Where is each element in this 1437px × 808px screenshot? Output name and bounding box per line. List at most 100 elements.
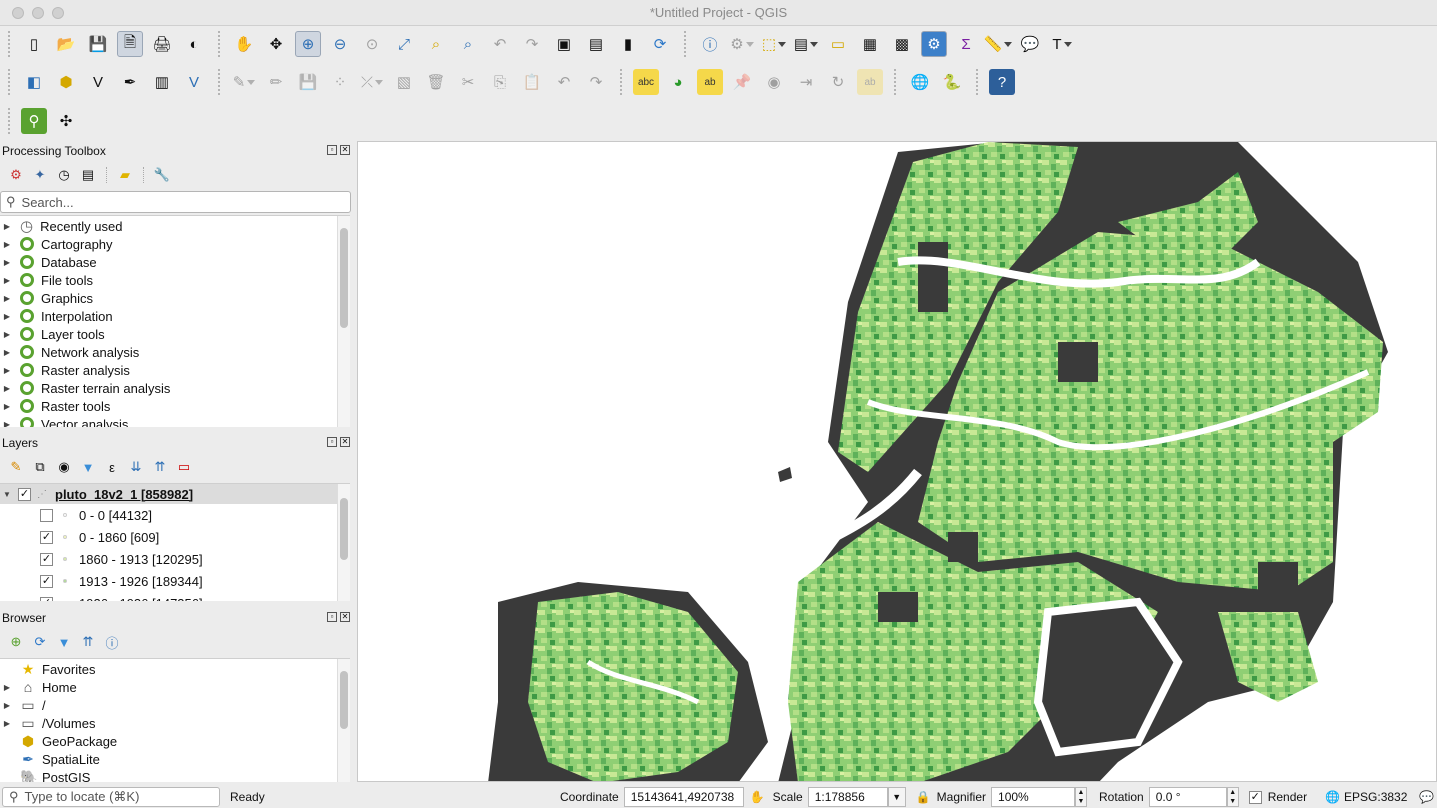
expand-arrow-icon[interactable]: ▶: [0, 384, 14, 393]
collapse-all-icon[interactable]: ⇈: [150, 457, 170, 477]
expand-arrow-icon[interactable]: ▶: [0, 348, 14, 357]
identify-icon[interactable]: ⓘ: [697, 31, 723, 57]
style-manager-icon[interactable]: ◐: [181, 31, 207, 57]
attribute-table-icon[interactable]: ▦: [857, 31, 883, 57]
save-project-icon[interactable]: 💾: [85, 31, 111, 57]
float-panel-icon[interactable]: ▫: [327, 612, 337, 622]
actions-icon[interactable]: ⚙: [729, 31, 755, 57]
rotation-field[interactable]: 0.0 °: [1148, 787, 1227, 807]
toggle-extents-icon[interactable]: ✋: [750, 790, 765, 804]
processing-scrollbar[interactable]: [337, 216, 350, 427]
legend-class-item[interactable]: ✓ 1926 - 1936 [147356]: [0, 592, 350, 601]
layer-checkbox[interactable]: ✓: [18, 487, 31, 501]
save-as-icon[interactable]: 🗎: [117, 31, 143, 57]
legend-class-item[interactable]: ✓ 1860 - 1913 [120295]: [0, 548, 350, 570]
pin-label-icon[interactable]: 📌: [729, 69, 755, 95]
label-icon[interactable]: abc: [633, 69, 659, 95]
select-features-icon[interactable]: ⬚: [761, 31, 787, 57]
python-console-icon[interactable]: 🐍: [939, 69, 965, 95]
deselect-icon[interactable]: ▭: [825, 31, 851, 57]
filter-icon[interactable]: ▼: [54, 632, 74, 652]
zoom-next-icon[interactable]: ↷: [519, 31, 545, 57]
expand-arrow-icon[interactable]: ▶: [0, 240, 14, 249]
show-bookmarks-icon[interactable]: ▤: [583, 31, 609, 57]
scripts-icon[interactable]: ✦: [30, 165, 50, 185]
layers-scrollbar[interactable]: [337, 484, 350, 601]
magnifier-field[interactable]: 100%: [991, 787, 1076, 807]
processing-group-item[interactable]: ▶ Network analysis: [0, 343, 350, 361]
expand-arrow-icon[interactable]: ▶: [0, 719, 14, 728]
browser-item[interactable]: ▶ ⌂ Home: [0, 678, 350, 696]
show-hide-label-icon[interactable]: ◉: [761, 69, 787, 95]
render-checkbox[interactable]: ✓: [1248, 790, 1262, 804]
measure-icon[interactable]: 📏: [984, 31, 1011, 57]
zoom-out-icon[interactable]: ⊖: [327, 31, 353, 57]
redo-icon[interactable]: ↷: [583, 69, 609, 95]
expand-arrow-icon[interactable]: ▶: [0, 222, 14, 231]
zoom-to-selection-icon[interactable]: ⌕: [423, 31, 449, 57]
expand-arrow-icon[interactable]: ▶: [0, 294, 14, 303]
zoom-window-button[interactable]: [52, 7, 64, 19]
statistics-icon[interactable]: Σ: [953, 31, 979, 57]
manage-visibility-icon[interactable]: ◉: [54, 457, 74, 477]
diagram-icon[interactable]: ◕: [665, 69, 691, 95]
pan-to-selection-icon[interactable]: ✥: [263, 31, 289, 57]
copy-icon[interactable]: ⎘: [487, 69, 513, 95]
open-project-icon[interactable]: 📂: [53, 31, 79, 57]
processing-group-item[interactable]: ▶ Interpolation: [0, 307, 350, 325]
close-window-button[interactable]: [12, 7, 24, 19]
browser-item[interactable]: ▶ ▭ /: [0, 696, 350, 714]
class-checkbox[interactable]: ✓: [40, 530, 53, 544]
class-checkbox[interactable]: ✓: [40, 596, 53, 601]
locator-input[interactable]: ⚲ Type to locate (⌘K): [2, 787, 220, 807]
processing-search-field[interactable]: ⚲ Search...: [0, 191, 351, 213]
zoom-in-icon[interactable]: ⊕: [295, 31, 321, 57]
new-project-icon[interactable]: ▯: [21, 31, 47, 57]
add-layer-icon[interactable]: ⊕: [6, 632, 26, 652]
virtual-layer-icon[interactable]: V: [181, 69, 207, 95]
help-icon[interactable]: ?: [989, 69, 1015, 95]
rotation-spinner[interactable]: ▲ ▼: [1226, 787, 1239, 807]
vertex-tool-icon[interactable]: ⤫: [359, 69, 385, 95]
class-checkbox[interactable]: ✓: [40, 552, 53, 566]
expand-arrow-icon[interactable]: ▶: [0, 402, 14, 411]
crs-globe-icon[interactable]: 🌐: [1325, 790, 1340, 804]
locator-search-icon[interactable]: ⚲: [21, 108, 47, 134]
rotate-label-icon[interactable]: ↻: [825, 69, 851, 95]
save-edits-icon[interactable]: 💾: [295, 69, 321, 95]
expand-arrow-icon[interactable]: ▶: [0, 312, 14, 321]
new-geopackage-icon[interactable]: ⬢: [53, 69, 79, 95]
zoom-native-icon[interactable]: ⊙: [359, 31, 385, 57]
edits-icon[interactable]: ✎: [231, 69, 257, 95]
legend-class-item[interactable]: ✓ 0 - 1860 [609]: [0, 526, 350, 548]
style-panel-icon[interactable]: ✎: [6, 457, 26, 477]
scale-dropdown[interactable]: ▼: [887, 787, 906, 807]
add-group-icon[interactable]: ⧉: [30, 457, 50, 477]
messages-icon[interactable]: 💬: [1419, 790, 1434, 804]
lock-scale-icon[interactable]: 🔒: [916, 790, 931, 804]
move-label-icon[interactable]: ⇥: [793, 69, 819, 95]
processing-group-item[interactable]: ▶ Raster tools: [0, 397, 350, 415]
text-annotation-icon[interactable]: T: [1049, 31, 1075, 57]
results-icon[interactable]: ▤: [78, 165, 98, 185]
processing-group-item[interactable]: ▶ Raster analysis: [0, 361, 350, 379]
undo-icon[interactable]: ↶: [551, 69, 577, 95]
class-checkbox[interactable]: ✓: [40, 574, 53, 588]
print-layout-icon[interactable]: 🖨: [149, 31, 175, 57]
plugin-globe-icon[interactable]: 🌐: [907, 69, 933, 95]
collapse-arrow-icon[interactable]: ▼: [0, 490, 14, 499]
legend-class-item[interactable]: 0 - 0 [44132]: [0, 504, 350, 526]
layer-row[interactable]: ▼ ✓ ⋰ pluto_18v2_1 [858982]: [0, 484, 350, 504]
processing-group-item[interactable]: ▶ Cartography: [0, 235, 350, 253]
window-controls[interactable]: [12, 7, 64, 19]
edit-features-in-place-icon[interactable]: ▰: [115, 165, 135, 185]
add-feature-icon[interactable]: ⁘: [327, 69, 353, 95]
processing-group-item[interactable]: ▶ ◷ Recently used: [0, 217, 350, 235]
gps-icon[interactable]: ▥: [149, 69, 175, 95]
history-icon[interactable]: ◷: [54, 165, 74, 185]
magnifier-spinner[interactable]: ▲ ▼: [1075, 787, 1088, 807]
legend-class-item[interactable]: ✓ 1913 - 1926 [189344]: [0, 570, 350, 592]
change-label-icon[interactable]: ab: [857, 69, 883, 95]
processing-group-item[interactable]: ▶ Layer tools: [0, 325, 350, 343]
expand-all-icon[interactable]: ⇊: [126, 457, 146, 477]
